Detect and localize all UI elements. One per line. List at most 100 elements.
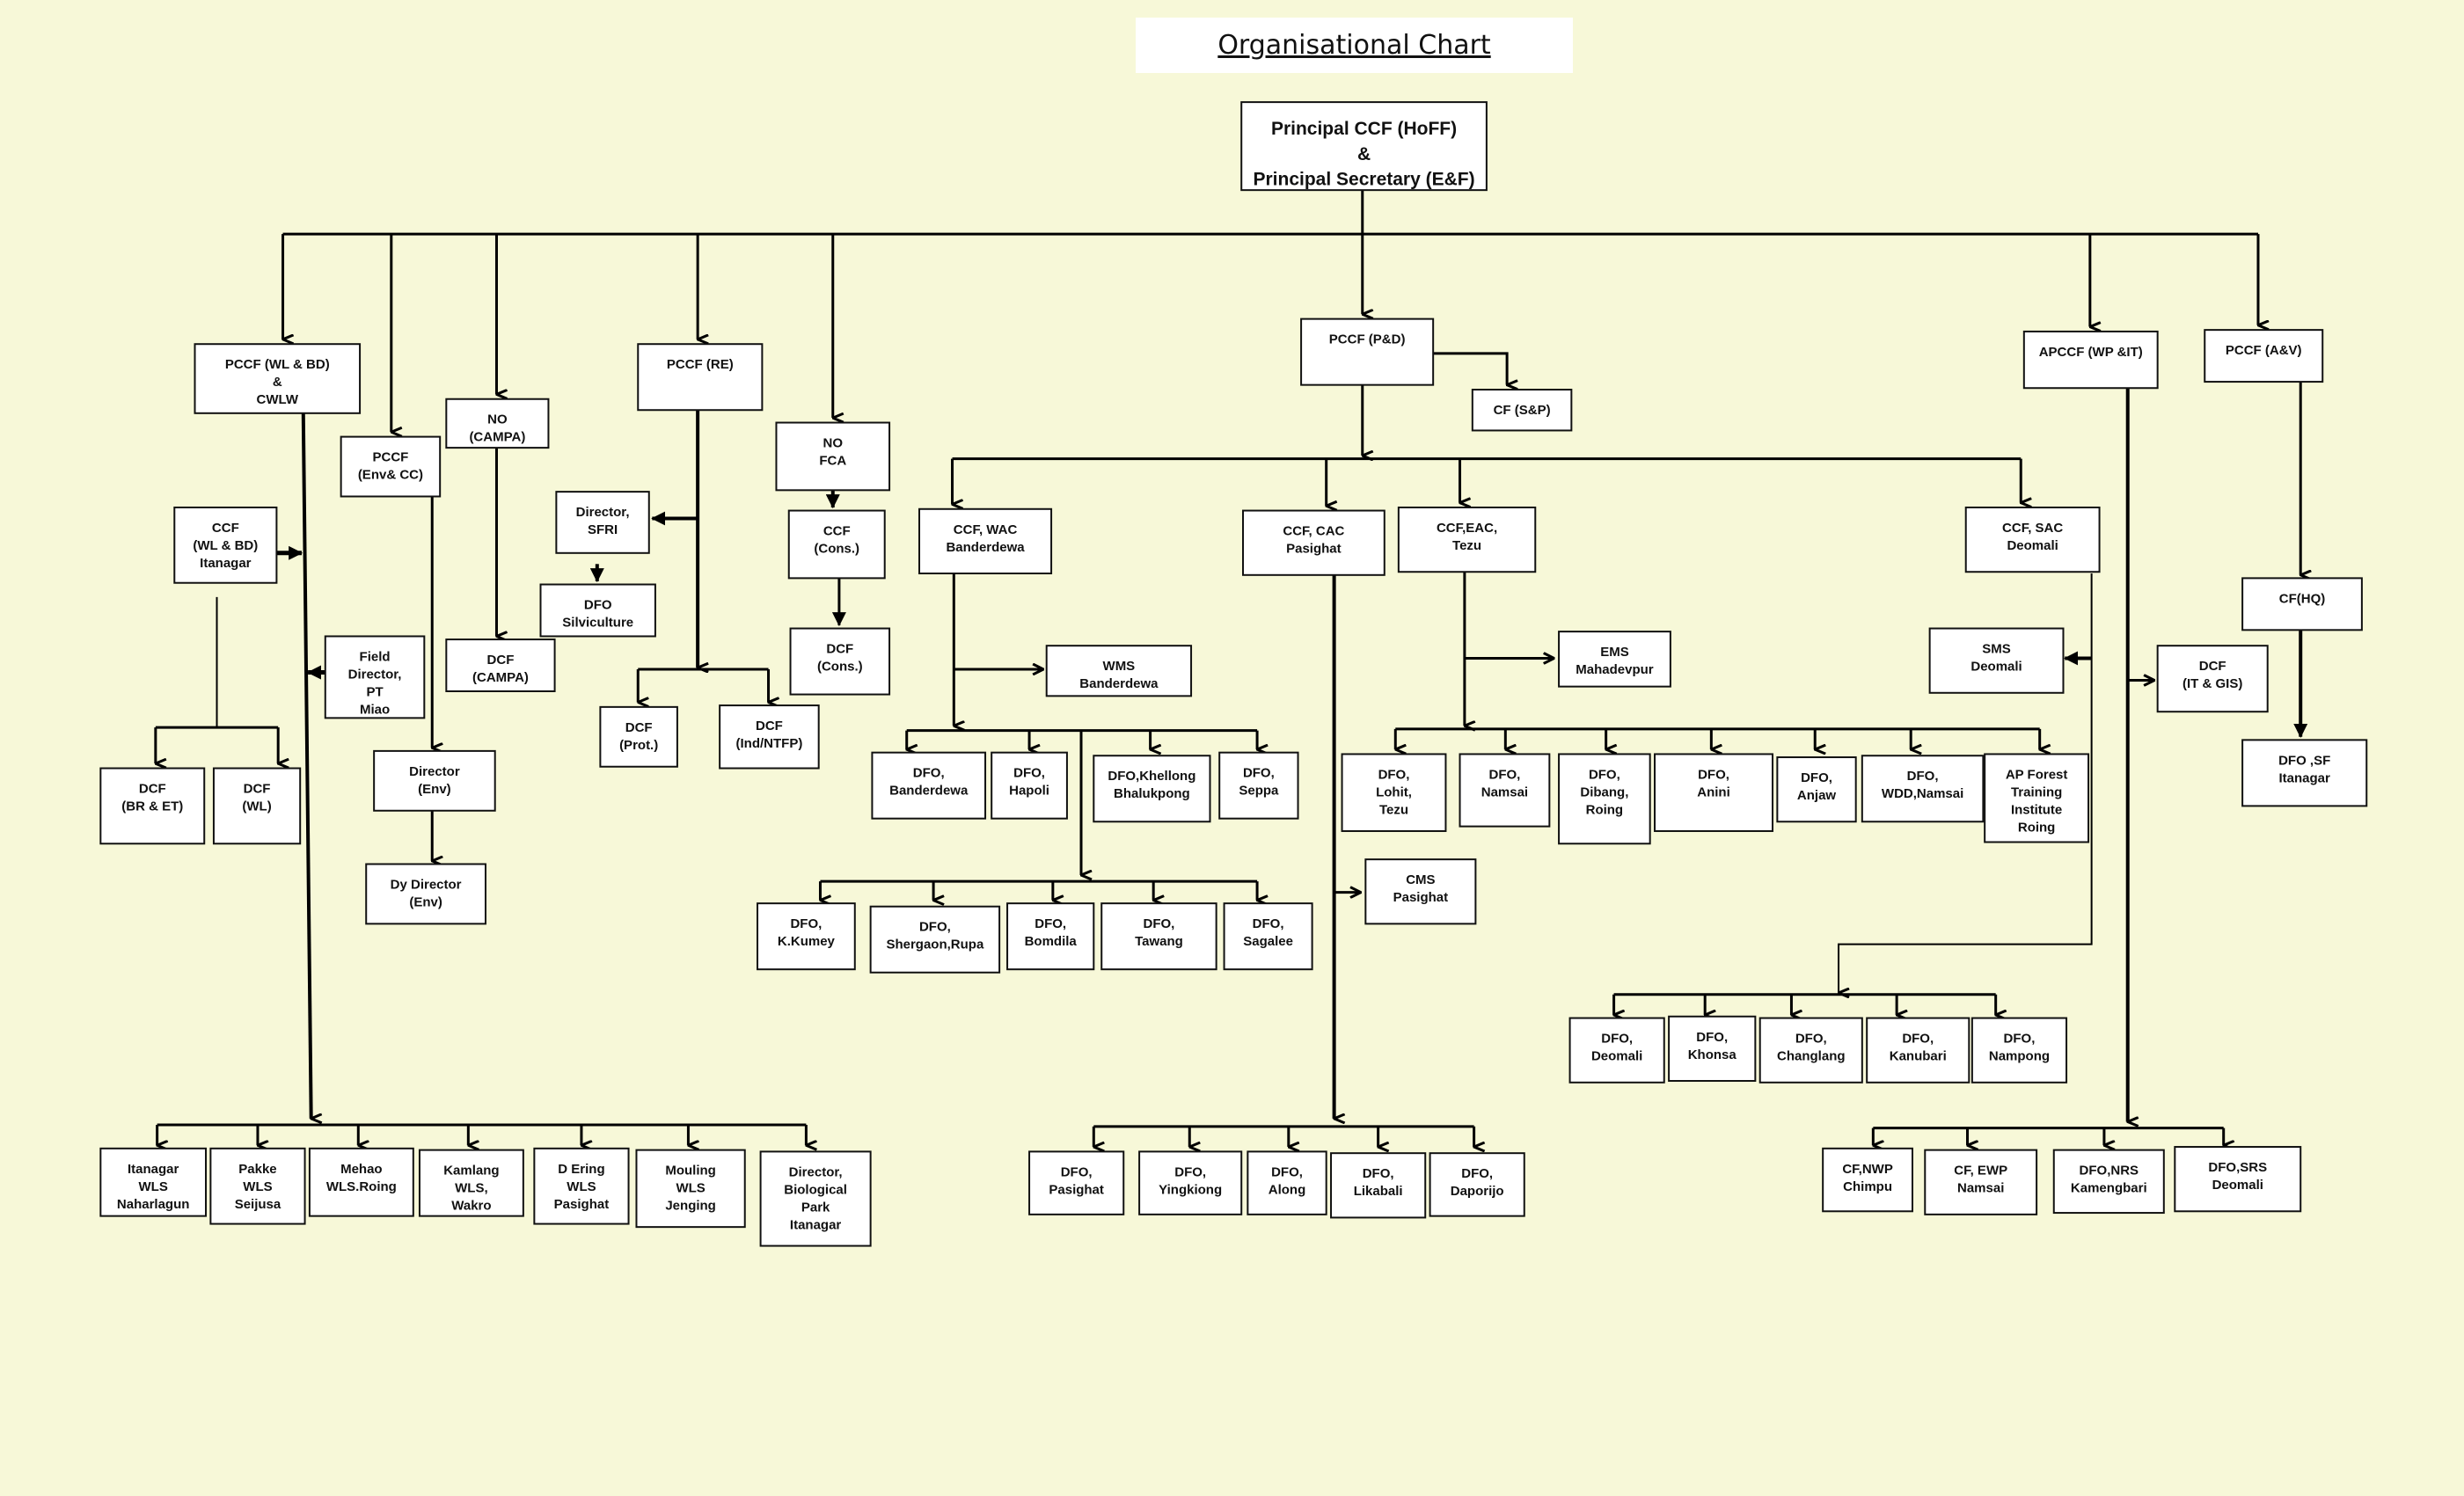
node-label-line: EMS <box>1600 645 1629 660</box>
node-cac-row-3: DFO, Along <box>1247 1150 1327 1215</box>
node-label-line: DFO, <box>913 766 945 781</box>
node-label-line: CF (S&P) <box>1494 403 1551 418</box>
node-label-line: Lohit, <box>1376 784 1412 799</box>
node-sac-row-2: DFO, Khonsa <box>1668 1015 1757 1083</box>
node-label-line: DCF <box>625 720 653 735</box>
node-wlbd-row-3: Mehao WLS.Roing <box>308 1147 414 1217</box>
node-label-line: DFO, <box>1489 767 1521 782</box>
node-wpit-row-2: CF, EWP Namsai <box>1924 1149 2038 1215</box>
node-label-line: Along <box>1269 1182 1306 1197</box>
node-dcf-wl: DCF (WL) <box>212 767 302 845</box>
node-label-line: PCCF (RE) <box>667 357 734 372</box>
node-sac-row-4: DFO, Kanubari <box>1866 1017 1970 1084</box>
node-label-line: Wakro <box>451 1199 491 1214</box>
node-label-line: Hapoli <box>1009 784 1049 799</box>
node-label-line: (Ind/NTFP) <box>736 736 803 751</box>
node-label-line: CCF, CAC <box>1283 524 1344 539</box>
node-eac-row-1: DFO, Lohit, Tezu <box>1341 753 1447 832</box>
node-label-line: DFO, <box>1795 1032 1827 1047</box>
node-label-line: Shergaon,Rupa <box>886 938 984 952</box>
node-wlbd-row-1: Itanagar WLS Naharlagun <box>99 1147 208 1217</box>
node-label-line: Seppa <box>1239 784 1279 799</box>
node-box <box>1300 317 1435 386</box>
node-label-line: (Env& CC) <box>358 468 423 483</box>
node-label-line: DCF <box>826 642 853 657</box>
node-label-line: Namsai <box>1481 784 1528 799</box>
node-no-fca: NO FCA <box>775 421 891 492</box>
node-label-line: Tawang <box>1135 934 1183 949</box>
node-eac-row-2: DFO, Namsai <box>1459 753 1551 828</box>
node-apccf-wpit: APCCF (WP &IT) <box>2022 330 2159 390</box>
node-label-line: DFO, <box>1013 766 1045 781</box>
node-label-line: Dy Director <box>391 877 462 892</box>
node-label-line: AP Forest <box>2006 767 2068 782</box>
node-wms-banderdewa: WMS Banderdewa <box>1045 645 1193 697</box>
node-pccf-pd: PCCF (P&D) <box>1300 317 1435 386</box>
node-box <box>599 705 678 768</box>
node-ccf-eac: CCF,EAC, Tezu <box>1397 506 1537 573</box>
node-wlbd-row-4: Kamlang WLS, Wakro <box>418 1149 524 1217</box>
node-director-sfri: Director, SFRI <box>555 491 650 554</box>
node-label-line: DFO,SRS <box>2208 1160 2267 1175</box>
node-box <box>2022 330 2159 390</box>
node-sac-row-1: DFO, Deomali <box>1568 1017 1665 1084</box>
node-dfo-silviculture: DFO Silviculture <box>539 583 656 638</box>
node-eac-row-4: DFO, Anini <box>1654 753 1774 832</box>
node-pccf-envcc: PCCF (Env& CC) <box>340 435 442 498</box>
node-dcf-ind-ntfp: DCF (Ind/NTFP) <box>719 704 820 770</box>
node-sms-deomali: SMS Deomali <box>1928 627 2065 694</box>
node-label-line: Roing <box>1586 802 1624 817</box>
node-label-line: (IT & GIS) <box>2183 676 2242 691</box>
node-label-line: Likabali <box>1354 1184 1403 1199</box>
node-label-line: Roing <box>2018 820 2056 835</box>
node-label-line: Kamengbari <box>2071 1181 2147 1196</box>
node-label-line: DFO, <box>790 916 822 931</box>
node-label-line: DFO, <box>1144 916 1175 931</box>
node-label-line: DFO, <box>919 920 951 935</box>
node-label-line: DFO, <box>1061 1164 1093 1179</box>
node-label-line: Itanagar <box>2279 770 2331 785</box>
node-label-line: WMS <box>1103 659 1136 674</box>
node-label-line: Itanagar <box>200 556 252 571</box>
node-label-line: Principal CCF (HoFF) <box>1271 119 1457 139</box>
node-pccf-wlbd: PCCF (WL & BD) & CWLW <box>194 343 362 414</box>
node-wac-row2-3: DFO, Bomdila <box>1006 902 1095 971</box>
node-label-line: DFO, <box>1253 916 1284 931</box>
node-eac-row-5: DFO, Anjaw <box>1776 756 1857 823</box>
node-label-line: (Env) <box>418 782 451 797</box>
node-label-line: Pasighat <box>554 1197 610 1212</box>
connector-line <box>1433 352 1507 385</box>
node-label-line: Miao <box>360 702 390 717</box>
node-label-line: Silviculture <box>562 616 633 631</box>
node-wlbd-row-6: Mouling WLS Jenging <box>635 1149 746 1229</box>
node-label-line: DCF <box>2199 659 2226 674</box>
node-label-line: Director, <box>789 1164 843 1179</box>
node-label-line: Pakke <box>238 1162 276 1177</box>
node-label-line: DFO,NRS <box>2080 1164 2139 1179</box>
node-label-line: PCCF (P&D) <box>1329 332 1406 347</box>
node-label-line: DFO, <box>1801 770 1832 785</box>
node-label-line: Daporijo <box>1451 1184 1504 1199</box>
node-label-line: WLS <box>676 1181 705 1196</box>
node-label-line: CCF <box>823 524 851 539</box>
node-dcf-campa: DCF (CAMPA) <box>445 639 556 692</box>
node-dy-director-env: Dy Director (Env) <box>365 863 486 925</box>
node-label-line: Itanagar <box>790 1217 842 1232</box>
node-label-line: DCF <box>756 719 783 733</box>
node-wac-row1-4: DFO, Seppa <box>1218 751 1299 820</box>
node-label-line: Khonsa <box>1688 1047 1737 1062</box>
node-wac-row2-4: DFO, Tawang <box>1100 902 1217 971</box>
node-label-line: Director, <box>348 667 402 682</box>
node-wac-row1-1: DFO, Banderdewa <box>871 751 987 820</box>
node-label-line: PCCF (WL & BD) <box>225 357 330 372</box>
node-label-line: SFRI <box>588 522 618 537</box>
node-wpit-row-3: DFO,NRS Kamengbari <box>2052 1149 2165 1215</box>
node-label-line: Chimpu <box>1843 1179 1892 1194</box>
node-dcf-prot: DCF (Prot.) <box>599 705 678 768</box>
node-ccf-wlbd-itanagar: CCF (WL & BD) Itanagar <box>173 506 278 584</box>
node-label-line: Sagalee <box>1243 934 1293 949</box>
node-label-line: WLS.Roing <box>326 1179 397 1194</box>
node-label-line: CCF, WAC <box>954 522 1018 537</box>
node-label-line: Tezu <box>1452 538 1481 553</box>
node-label-line: Biological <box>784 1182 847 1197</box>
